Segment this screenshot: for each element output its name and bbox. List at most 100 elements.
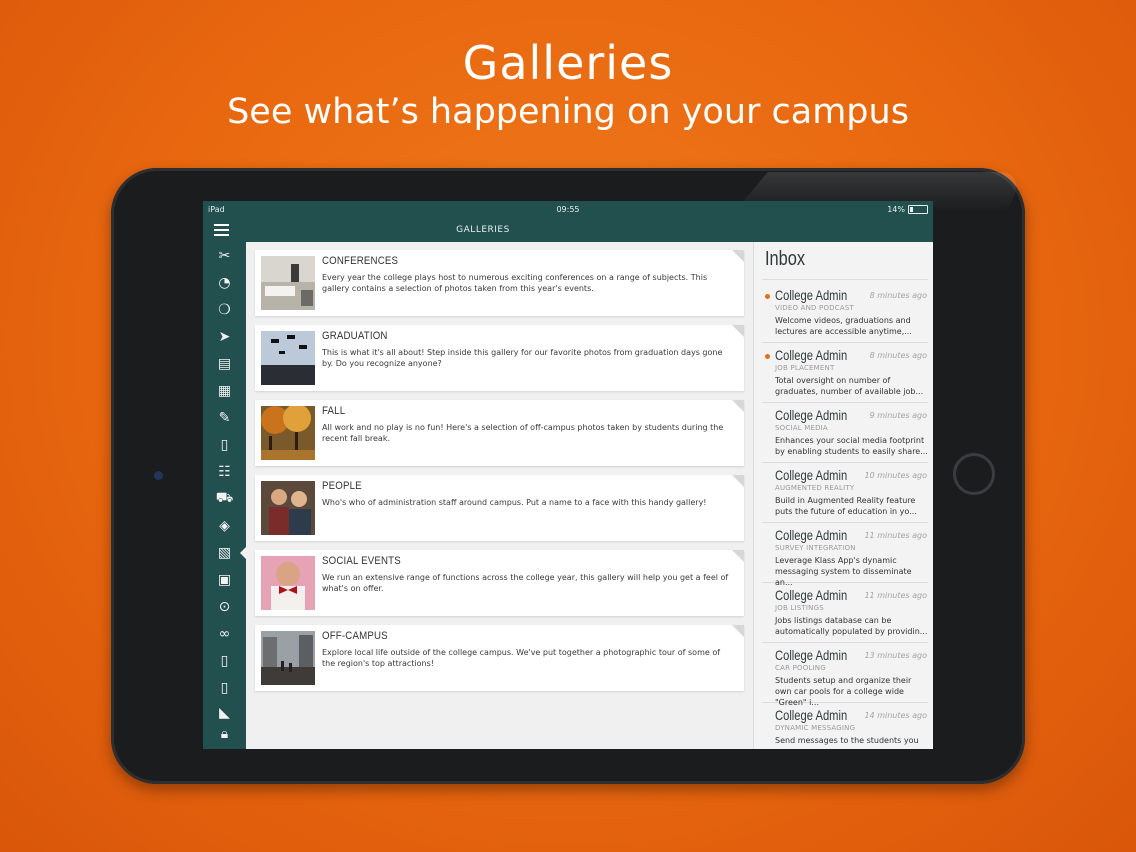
card-fold bbox=[732, 400, 744, 412]
message-time: 10 minutes ago bbox=[864, 471, 927, 480]
message-time: 9 minutes ago bbox=[869, 411, 927, 420]
gallery-card-fall[interactable]: FALL All work and no play is no fun! Her… bbox=[255, 400, 744, 466]
file-icon[interactable]: ▯ bbox=[203, 677, 246, 699]
app-screen: iPad 09:55 14% GALLERIES ✂ ◔ ❍ ➤ ▤ ▦ ✎ ▯… bbox=[203, 201, 933, 749]
divider bbox=[762, 279, 928, 280]
gallery-description: Every year the college plays host to num… bbox=[322, 273, 708, 293]
card-fold bbox=[732, 325, 744, 337]
gallery-title: FALL bbox=[322, 405, 346, 417]
message-sender: College Admin bbox=[775, 467, 848, 483]
message-category: SURVEY INTEGRATION bbox=[775, 544, 856, 552]
message-time: 13 minutes ago bbox=[864, 651, 927, 660]
message-sender: College Admin bbox=[775, 287, 848, 303]
link-icon[interactable]: ∞ bbox=[203, 623, 246, 645]
message-preview: Welcome videos, graduations and lectures… bbox=[775, 316, 912, 336]
gallery-thumbnail bbox=[261, 331, 315, 385]
inbox-message[interactable]: College Admin 14 minutes ago DYNAMIC MES… bbox=[762, 702, 928, 749]
file-icon[interactable]: ▯ bbox=[203, 650, 246, 672]
dashboard-icon[interactable]: ◔ bbox=[203, 272, 246, 294]
inbox-message[interactable]: College Admin 9 minutes ago SOCIAL MEDIA… bbox=[762, 402, 928, 463]
play-icon[interactable]: ⊙ bbox=[203, 596, 246, 618]
message-preview: Jobs listings database can be automatica… bbox=[775, 616, 928, 636]
inbox-message[interactable]: College Admin 8 minutes ago JOB PLACEMEN… bbox=[762, 342, 928, 403]
message-category: AUGMENTED REALITY bbox=[775, 484, 855, 492]
gallery-description: All work and no play is no fun! Here's a… bbox=[322, 423, 724, 443]
edit-icon[interactable]: ✎ bbox=[203, 407, 246, 429]
calendar-icon[interactable]: ▦ bbox=[203, 380, 246, 402]
galleries-icon[interactable]: ▧ bbox=[203, 542, 246, 564]
message-preview: Build in Augmented Reality feature puts … bbox=[775, 496, 917, 516]
message-time: 11 minutes ago bbox=[864, 531, 927, 540]
message-time: 11 minutes ago bbox=[864, 591, 927, 600]
unread-dot-icon bbox=[765, 354, 770, 359]
gallery-card-social-events[interactable]: SOCIAL EVENTS We run an extensive range … bbox=[255, 550, 744, 616]
message-preview: Send messages to the students you bbox=[775, 736, 919, 745]
promo-subtitle: See what’s happening on your campus bbox=[227, 92, 909, 132]
sidebar: ✂ ◔ ❍ ➤ ▤ ▦ ✎ ▯ ☷ ⛟ ◈ ▧ ▣ ⊙ ∞ ▯ ▯ ◣ 🔒︎ bbox=[203, 242, 246, 749]
gallery-description: Who's who of administration staff around… bbox=[322, 498, 707, 507]
gallery-title: OFF-CAMPUS bbox=[322, 630, 388, 642]
promo-title: Galleries bbox=[462, 36, 674, 90]
card-fold bbox=[732, 250, 744, 262]
news-icon[interactable]: ▤ bbox=[203, 353, 246, 375]
message-category: DYNAMIC MESSAGING bbox=[775, 724, 856, 732]
announcements-icon[interactable]: ➤ bbox=[203, 326, 246, 348]
message-preview: Enhances your social media footprint by … bbox=[775, 436, 928, 456]
gallery-description: Explore local life outside of the colleg… bbox=[322, 648, 721, 668]
message-category: CAR POOLING bbox=[775, 664, 826, 672]
gallery-title: SOCIAL EVENTS bbox=[322, 555, 401, 567]
layers-icon[interactable]: ◈ bbox=[203, 515, 246, 537]
message-time: 14 minutes ago bbox=[864, 711, 927, 720]
gallery-description: We run an extensive range of functions a… bbox=[322, 573, 729, 593]
inbox-message[interactable]: College Admin 11 minutes ago JOB LISTING… bbox=[762, 582, 928, 643]
message-sender: College Admin bbox=[775, 587, 848, 603]
card-fold bbox=[732, 550, 744, 562]
message-time: 8 minutes ago bbox=[869, 351, 927, 360]
lock-icon[interactable]: 🔒︎ bbox=[203, 723, 246, 745]
gallery-card-off-campus[interactable]: OFF-CAMPUS Explore local life outside of… bbox=[255, 625, 744, 691]
gallery-title: PEOPLE bbox=[322, 480, 362, 492]
inbox-message[interactable]: College Admin 8 minutes ago VIDEO AND PO… bbox=[762, 282, 928, 343]
message-category: VIDEO AND PODCAST bbox=[775, 304, 854, 312]
inbox-message[interactable]: College Admin 13 minutes ago CAR POOLING… bbox=[762, 642, 928, 707]
unread-dot-icon bbox=[765, 294, 770, 299]
nav-bar: GALLERIES bbox=[203, 218, 933, 242]
gallery-thumbnail bbox=[261, 406, 315, 460]
status-bar: iPad 09:55 14% bbox=[203, 201, 933, 218]
flag-icon[interactable]: ◣ bbox=[203, 702, 246, 724]
inbox-message[interactable]: College Admin 10 minutes ago AUGMENTED R… bbox=[762, 462, 928, 523]
message-sender: College Admin bbox=[775, 347, 848, 363]
inbox-panel: Inbox College Admin 8 minutes ago VIDEO … bbox=[753, 242, 933, 749]
gallery-card-graduation[interactable]: GRADUATION This is what it's all about! … bbox=[255, 325, 744, 391]
inbox-message[interactable]: College Admin 11 minutes ago SURVEY INTE… bbox=[762, 522, 928, 587]
gallery-card-conferences[interactable]: CONFERENCES Every year the college plays… bbox=[255, 250, 744, 316]
message-category: JOB LISTINGS bbox=[775, 604, 824, 612]
message-sender: College Admin bbox=[775, 407, 848, 423]
gallery-title: GRADUATION bbox=[322, 330, 388, 342]
gallery-thumbnail bbox=[261, 481, 315, 535]
inbox-title: Inbox bbox=[765, 248, 806, 270]
briefcase-icon[interactable]: ▣ bbox=[203, 569, 246, 591]
message-category: JOB PLACEMENT bbox=[775, 364, 835, 372]
gallery-thumbnail bbox=[261, 631, 315, 685]
card-fold bbox=[732, 475, 744, 487]
gallery-description: This is what it's all about! Step inside… bbox=[322, 348, 723, 368]
gallery-thumbnail bbox=[261, 556, 315, 610]
tools-icon[interactable]: ✂ bbox=[203, 245, 246, 267]
car-icon[interactable]: ⛟ bbox=[203, 488, 246, 510]
home-button[interactable] bbox=[953, 453, 995, 495]
camera-icon bbox=[154, 471, 163, 480]
directory-icon[interactable]: ☷ bbox=[203, 461, 246, 483]
document-icon[interactable]: ▯ bbox=[203, 434, 246, 456]
gallery-list: CONFERENCES Every year the college plays… bbox=[246, 242, 753, 749]
gallery-card-people[interactable]: PEOPLE Who's who of administration staff… bbox=[255, 475, 744, 541]
card-fold bbox=[732, 625, 744, 637]
message-time: 8 minutes ago bbox=[869, 291, 927, 300]
battery-percent: 14% bbox=[887, 205, 905, 214]
gallery-title: CONFERENCES bbox=[322, 255, 399, 267]
message-category: SOCIAL MEDIA bbox=[775, 424, 828, 432]
status-time: 09:55 bbox=[556, 205, 580, 214]
message-preview: Total oversight on number of graduates, … bbox=[775, 376, 924, 396]
battery-icon bbox=[908, 205, 928, 214]
chat-icon[interactable]: ❍ bbox=[203, 299, 246, 321]
